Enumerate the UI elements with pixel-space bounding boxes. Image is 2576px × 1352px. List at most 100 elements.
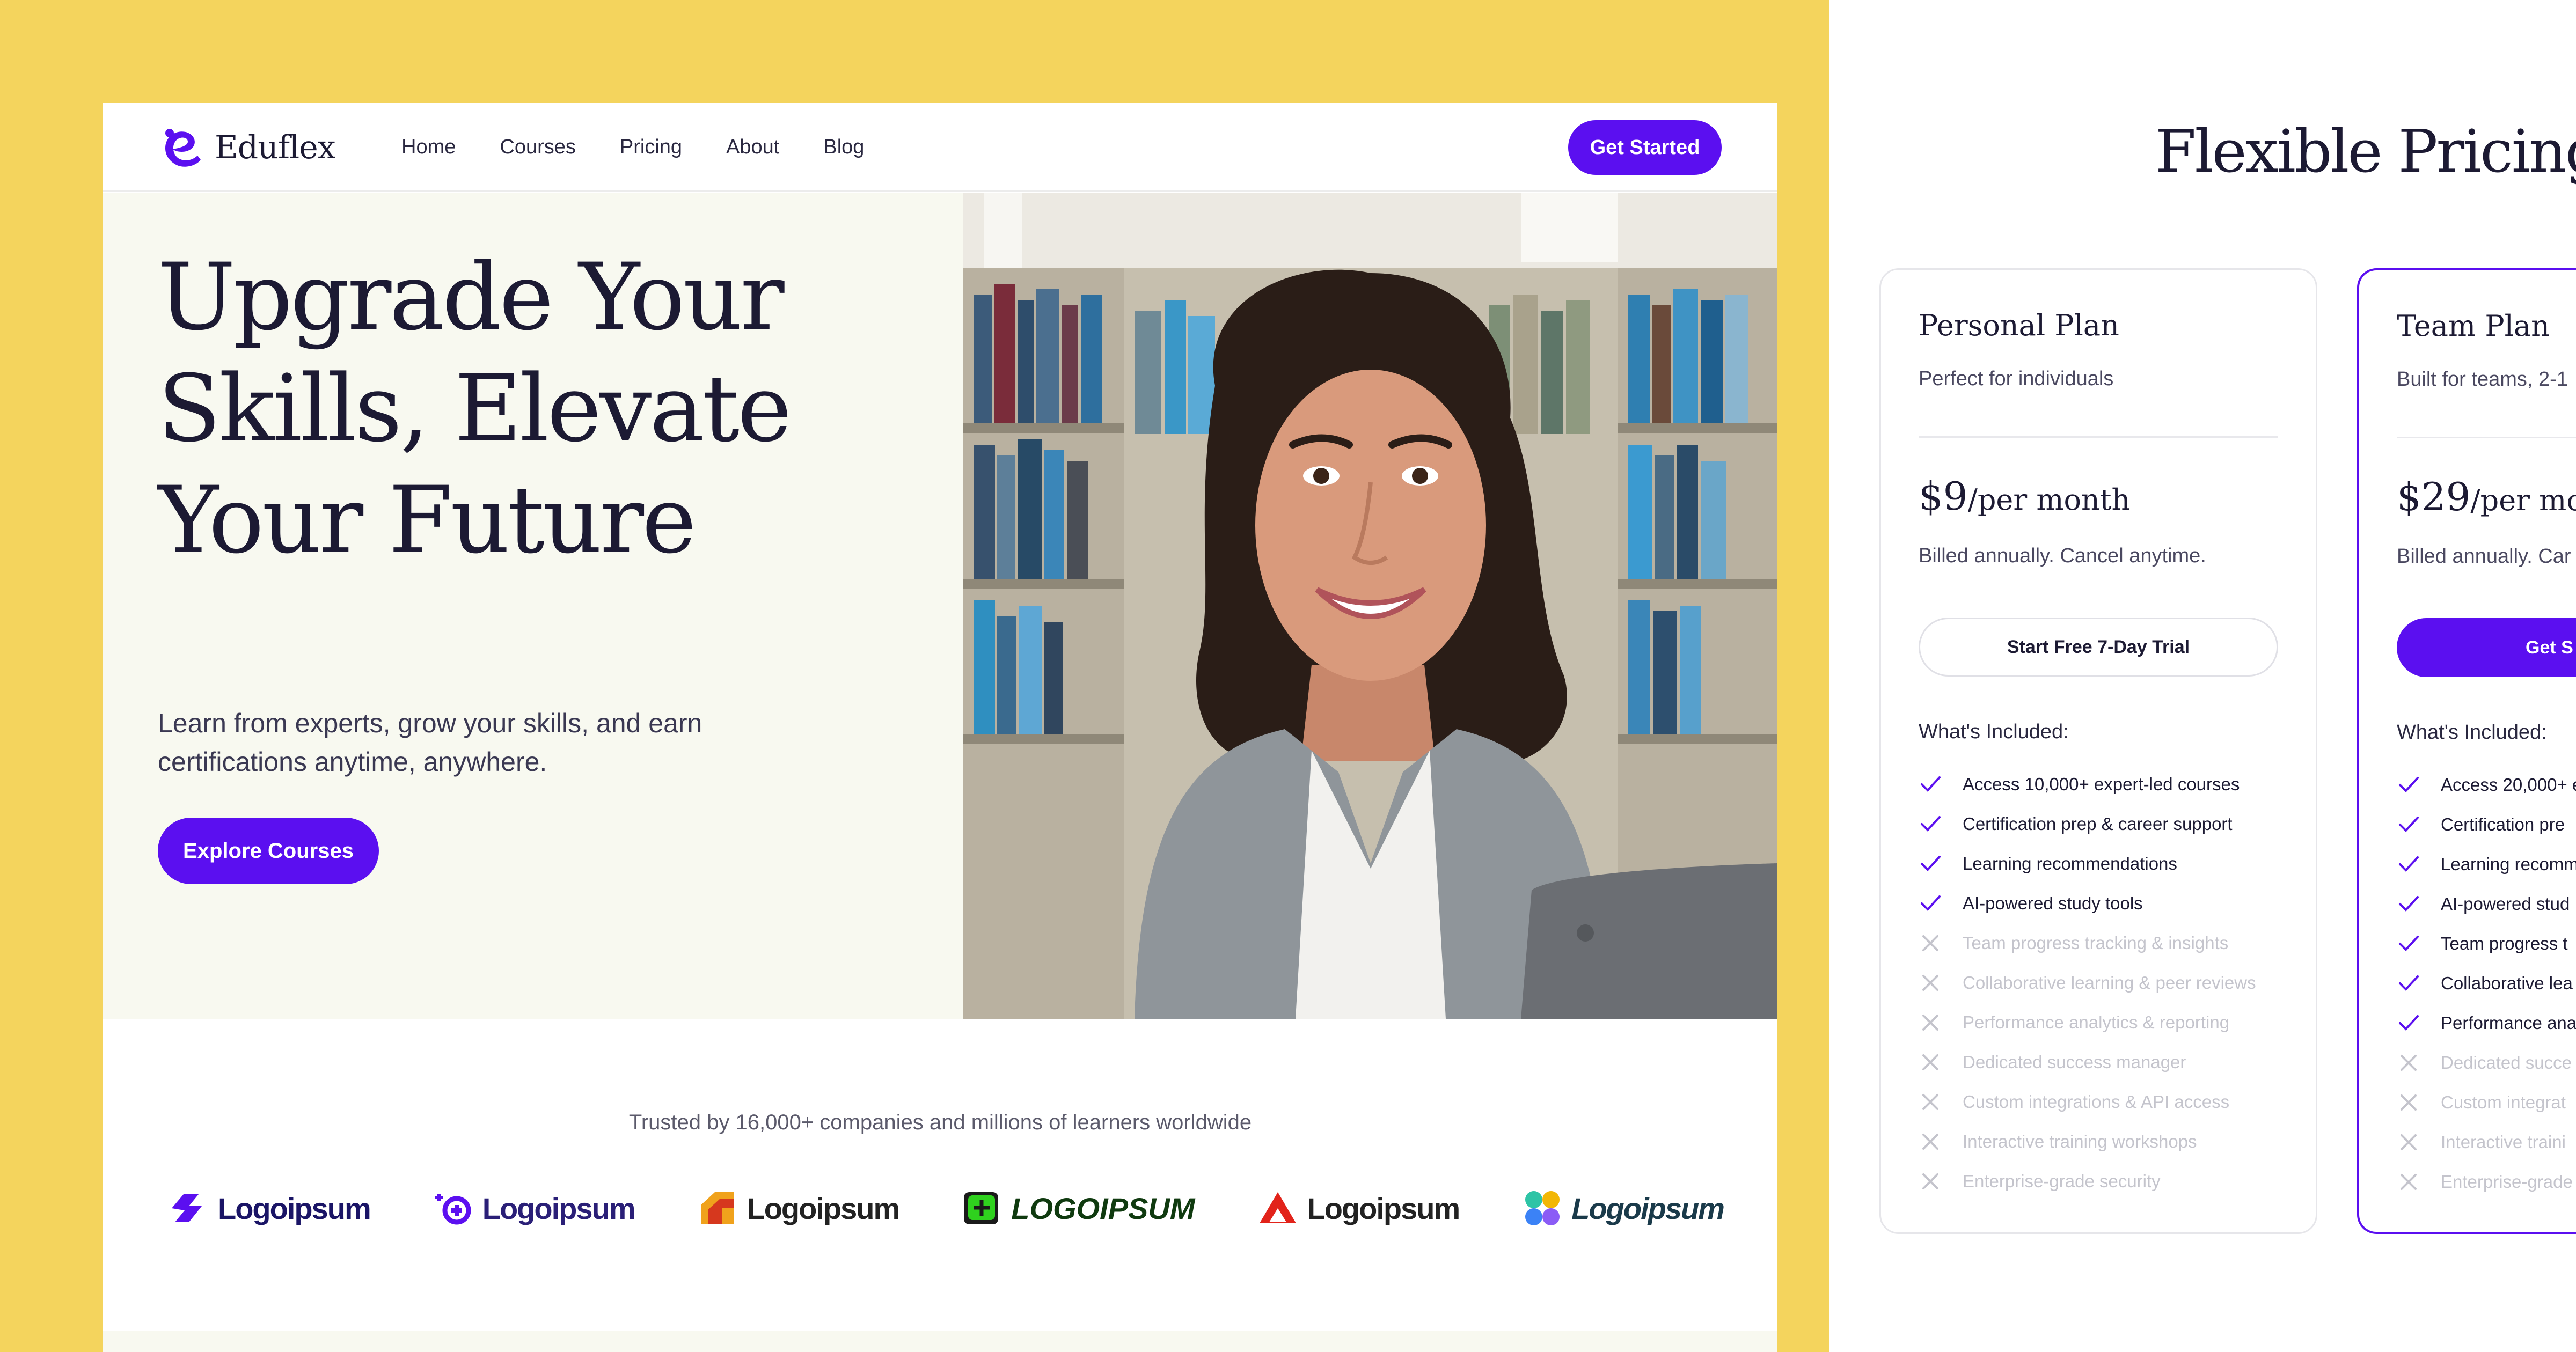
partner-logo: Logoipsum <box>1256 1184 1460 1232</box>
card-divider <box>1919 436 2278 438</box>
nav-link-home[interactable]: Home <box>401 131 456 163</box>
cross-icon <box>1922 1094 1938 1110</box>
feature-item: Learning recommendations <box>1919 844 2256 884</box>
plan-description: Perfect for individuals <box>1919 368 2114 390</box>
feature-item: Access 10,000+ expert-led courses <box>1919 765 2256 804</box>
brand-logo[interactable]: Eduflex <box>158 124 336 171</box>
partner-logo-wordmark: LOGOIPSUM <box>1011 1191 1195 1225</box>
start-trial-button[interactable]: Start Free 7-Day Trial <box>1919 618 2278 677</box>
partner-logo: Logoipsum <box>432 1184 635 1232</box>
explore-courses-button[interactable]: Explore Courses <box>158 818 379 884</box>
feature-item: Enterprise-grade <box>2397 1162 2576 1202</box>
nav-link-pricing[interactable]: Pricing <box>620 131 682 163</box>
feature-text: Learning recomm <box>2441 854 2576 874</box>
feature-text: Certification prep & career support <box>1963 814 2233 834</box>
feature-item: Custom integrations & API access <box>1919 1082 2256 1122</box>
check-icon <box>2399 817 2419 832</box>
feature-text: Enterprise-grade security <box>1963 1171 2161 1191</box>
feature-item: Learning recomm <box>2397 844 2576 884</box>
feature-item: Enterprise-grade security <box>1919 1162 2256 1201</box>
cross-icon <box>1922 1134 1938 1150</box>
check-icon <box>2399 936 2419 951</box>
logoipsum-mark-icon <box>700 1192 734 1224</box>
partner-logo: Logoipsum <box>1521 1184 1725 1232</box>
cross-icon <box>1922 1015 1938 1031</box>
feature-item: Collaborative learning & peer reviews <box>1919 963 2256 1003</box>
logoipsum-mark-icon <box>435 1194 471 1225</box>
logoipsum-mark-icon <box>1525 1191 1560 1225</box>
check-icon <box>1921 895 1941 911</box>
nav-link-courses[interactable]: Courses <box>500 131 576 163</box>
billing-note: Billed annually. Cancel anytime. <box>1919 545 2206 567</box>
plan-price: $29/per mon <box>2397 474 2576 519</box>
feature-text: Interactive training workshops <box>1963 1131 2197 1151</box>
partner-logo: LOGOIPSUM <box>961 1184 1195 1232</box>
cross-icon <box>2401 1094 2417 1111</box>
feature-item: Dedicated succe <box>2397 1043 2576 1083</box>
cross-icon <box>1922 975 1938 991</box>
student-photo-image <box>963 193 1777 1019</box>
cross-icon <box>2401 1055 2417 1071</box>
feature-text: AI-powered study tools <box>1963 893 2143 913</box>
partner-logo-wordmark: Logoipsum <box>1307 1191 1460 1225</box>
feature-text: Team progress tracking & insights <box>1963 933 2229 953</box>
check-icon <box>2399 1015 2419 1031</box>
feature-text: Performance analytics & reporting <box>1963 1012 2230 1032</box>
price-period: /per month <box>1967 483 2131 517</box>
included-heading: What's Included: <box>2397 721 2547 744</box>
pricing-card-personal: Personal Plan Perfect for individuals $9… <box>1879 268 2317 1234</box>
hero-title-line: Skills, Elevate <box>158 355 792 462</box>
price-amount: $29 <box>2397 474 2471 519</box>
trusted-by-text: Trusted by 16,000+ companies and million… <box>628 1111 1252 1134</box>
partner-logo-wordmark: Logoipsum <box>1571 1191 1725 1225</box>
hero-subtitle-line: Learn from experts, grow your skills, an… <box>158 708 702 738</box>
feature-text: Dedicated succe <box>2441 1053 2572 1072</box>
feature-item: Access 20,000+ e <box>2397 765 2576 805</box>
feature-item: Dedicated success manager <box>1919 1042 2256 1082</box>
website-mockup: Eduflex Home Courses Pricing About Blog … <box>103 103 1777 1352</box>
nav-link-about[interactable]: About <box>726 131 779 163</box>
nav-link-blog[interactable]: Blog <box>823 131 864 163</box>
feature-item: Team progress tracking & insights <box>1919 923 2256 963</box>
get-started-button[interactable]: Get Started <box>1568 120 1722 175</box>
feature-item: AI-powered study tools <box>1919 884 2256 923</box>
feature-item: Certification prep & career support <box>1919 804 2256 844</box>
plan-name: Personal Plan <box>1919 308 2119 342</box>
check-icon <box>2399 896 2419 912</box>
check-icon <box>1921 816 1941 832</box>
feature-item: Interactive traini <box>2397 1122 2576 1162</box>
hero-photo <box>963 193 1777 1019</box>
check-icon <box>1921 776 1941 792</box>
feature-list: Access 20,000+ e Certification pre Learnin… <box>2397 765 2576 1202</box>
partner-logos: Logoipsum Logoipsum Logoipsum LOGOIPSUM … <box>167 1176 1725 1240</box>
eduflex-logo-icon <box>165 129 201 167</box>
plan-name: Team Plan <box>2397 309 2550 343</box>
logoipsum-mark-icon <box>172 1194 202 1222</box>
top-navbar: Eduflex Home Courses Pricing About Blog … <box>103 103 1777 192</box>
cross-icon <box>2401 1174 2417 1190</box>
price-amount: $9 <box>1919 474 1968 519</box>
hero-title: Upgrade Your Skills, Elevate Your Future <box>158 241 909 576</box>
feature-text: Access 10,000+ expert-led courses <box>1963 774 2240 794</box>
feature-text: Interactive traini <box>2441 1132 2566 1152</box>
hero-subtitle-line: certifications anytime, anywhere. <box>158 747 547 777</box>
feature-text: AI-powered stud <box>2441 894 2570 914</box>
feature-item: AI-powered stud <box>2397 884 2576 924</box>
feature-text: Enterprise-grade <box>2441 1172 2573 1192</box>
feature-text: Collaborative lea <box>2441 973 2573 993</box>
hero-title-line: Your Future <box>158 466 697 574</box>
included-heading: What's Included: <box>1919 721 2069 743</box>
feature-text: Performance ana <box>2441 1013 2576 1033</box>
feature-text: Custom integrat <box>2441 1092 2566 1112</box>
feature-item: Certification pre <box>2397 805 2576 844</box>
pricing-card-team: Team Plan Built for teams, 2-1 $29/per m… <box>2357 268 2576 1234</box>
feature-list: Access 10,000+ expert-led courses Certifi… <box>1919 765 2256 1201</box>
plan-description: Built for teams, 2-1 <box>2397 368 2568 391</box>
cross-icon <box>1922 935 1938 951</box>
next-section-edge <box>103 1331 1777 1352</box>
logoipsum-mark-icon <box>1260 1192 1297 1223</box>
hero-subtitle: Learn from experts, grow your skills, an… <box>158 704 748 781</box>
partner-logo-wordmark: Logoipsum <box>482 1191 636 1225</box>
feature-text: Learning recommendations <box>1963 854 2177 873</box>
get-started-plan-button[interactable]: Get S <box>2397 618 2576 677</box>
